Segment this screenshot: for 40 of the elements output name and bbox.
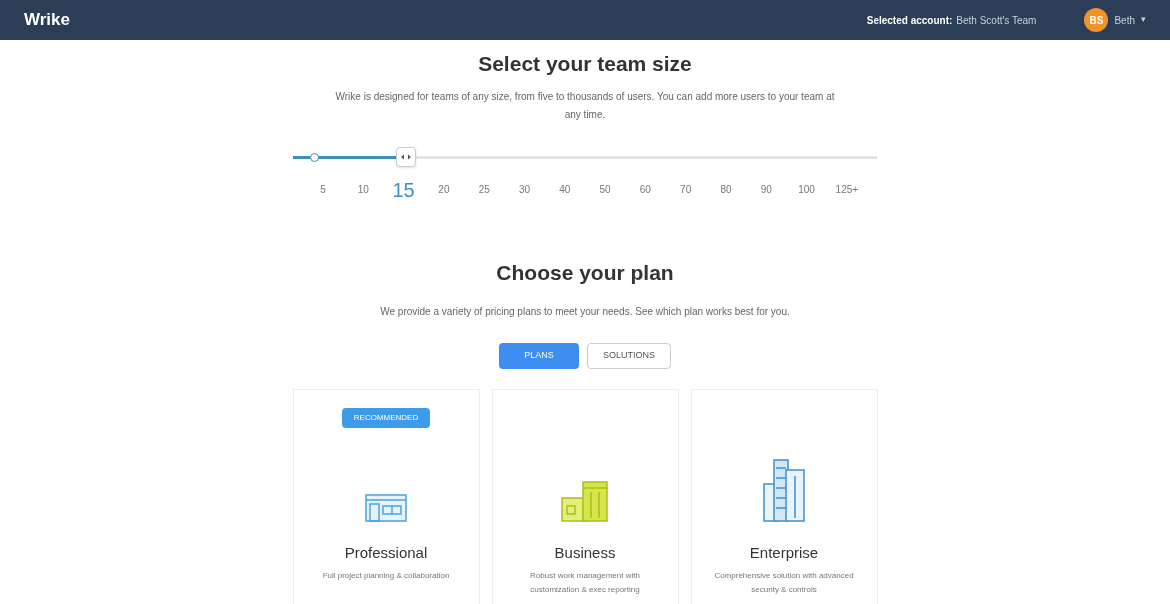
account-name[interactable]: Beth Scott's Team [956, 12, 1037, 28]
team-size-option[interactable]: 60 [629, 182, 662, 197]
team-size-option[interactable]: 50 [589, 182, 622, 197]
drag-arrows-icon [401, 153, 412, 160]
storefront-icon [365, 494, 407, 522]
team-size-option[interactable]: 15 [387, 174, 420, 205]
team-size-option[interactable]: 5 [307, 182, 339, 197]
buildings-icon [561, 478, 609, 522]
section-description: Wrike is designed for teams of any size, from five to thousands of users. You can add more users to your team at any time. [335, 89, 835, 122]
plan-card[interactable]: Business Robust work management with customization & exec reporting [491, 389, 679, 604]
caret-icon[interactable]: ▾ [1141, 13, 1146, 27]
team-size-option[interactable]: 100 [790, 182, 823, 197]
section-title: Choose your plan [496, 259, 674, 286]
team-size-option[interactable]: 125+ [830, 182, 863, 197]
plan-card[interactable]: RECOMMENDED Professional Full project planning & collaboration [292, 389, 480, 604]
team-size-option[interactable]: 25 [468, 182, 501, 197]
team-size-option[interactable]: 20 [427, 182, 460, 197]
team-size-option[interactable]: 30 [508, 182, 541, 197]
team-size-option[interactable]: 70 [669, 182, 702, 197]
plan-name: Enterprise [749, 543, 819, 563]
team-size-option[interactable]: 40 [548, 182, 581, 197]
logo[interactable]: Wrike [24, 7, 70, 33]
plan-tab[interactable]: PLANS [499, 343, 579, 369]
section-title: Select your team size [478, 51, 692, 77]
slider-handle[interactable] [396, 146, 417, 167]
plan-description: Robust work management with customization & exec reporting [529, 569, 641, 596]
plan-description: Full project planning & collaboration [321, 569, 451, 582]
plan-name: Business [554, 543, 616, 563]
account-label: Selected account: [866, 13, 953, 28]
plan-tab[interactable]: SOLUTIONS [587, 343, 671, 369]
plan-description: Comprehensive solution with advanced security & controls [714, 569, 854, 596]
section-description: We provide a variety of pricing plans to meet your needs. See which plan works best for you. [380, 305, 790, 319]
team-size-option[interactable]: 10 [347, 182, 380, 197]
team-size-option[interactable]: 80 [709, 182, 742, 197]
skyscraper-icon [762, 458, 806, 522]
recommended-badge: RECOMMENDED [341, 408, 431, 428]
plan-name: Professional [344, 543, 428, 563]
team-size-option[interactable]: 90 [750, 182, 783, 197]
user-name[interactable]: Beth [1114, 12, 1135, 28]
plan-card[interactable]: Enterprise Comprehensive solution with advanced security & controls [690, 389, 878, 604]
